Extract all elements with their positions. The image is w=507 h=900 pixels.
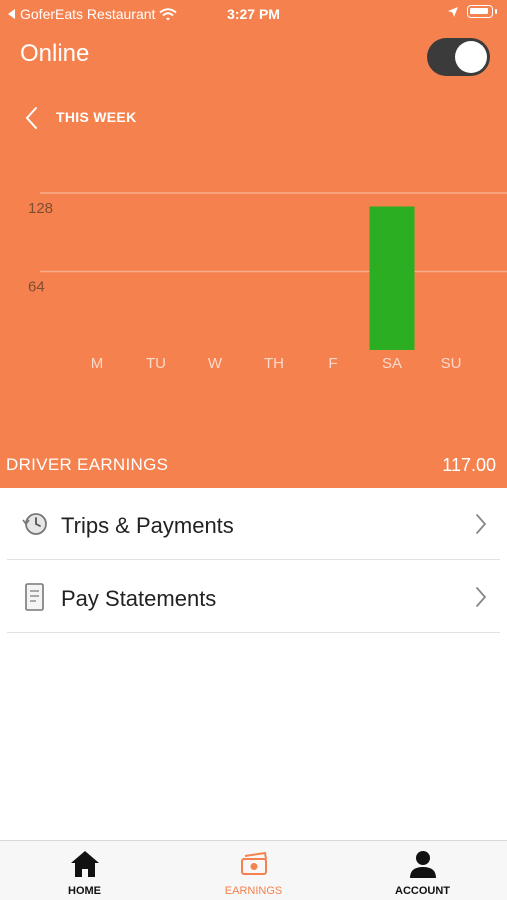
receipt-icon <box>25 583 44 611</box>
tab-account[interactable]: ACCOUNT <box>338 841 507 900</box>
toggle-knob <box>455 41 487 73</box>
online-status-label: Online <box>20 40 90 67</box>
home-icon <box>70 851 99 877</box>
tab-label: EARNINGS <box>224 885 283 897</box>
battery-icon <box>467 5 493 18</box>
history-icon <box>22 513 47 535</box>
driver-earnings-value: 117.00 <box>442 455 496 475</box>
x-tick-label: SA <box>382 355 402 372</box>
x-tick-label: M <box>91 355 104 372</box>
menu-item-label: Trips & Payments <box>61 513 234 538</box>
bottom-tab-bar: HOME EARNINGS ACCOUNT <box>0 840 507 900</box>
chevron-right-icon <box>476 514 487 534</box>
tab-earnings[interactable]: EARNINGS <box>169 841 338 900</box>
x-tick-label: TU <box>146 355 166 372</box>
x-tick-label: TH <box>264 355 284 372</box>
money-icon <box>240 851 267 875</box>
bar-sa <box>369 206 415 350</box>
status-right <box>447 5 497 18</box>
account-icon <box>409 851 436 878</box>
tab-home[interactable]: HOME <box>0 841 169 900</box>
location-arrow-icon <box>448 6 458 17</box>
status-time: 3:27 PM <box>227 6 280 22</box>
period-label: THIS WEEK <box>56 109 137 125</box>
x-tick-label: F <box>328 355 337 372</box>
tab-label: HOME <box>68 885 101 897</box>
chevron-left-icon[interactable] <box>22 104 44 132</box>
weekly-earnings-chart: 128 64 M TU W TH F SA SU <box>28 192 507 372</box>
driver-earnings-label: DRIVER EARNINGS <box>6 455 169 474</box>
x-tick-label: SU <box>441 355 462 372</box>
earnings-header: GoferEats Restaurant 3:27 PM Online THIS… <box>0 0 507 488</box>
menu-item-label: Pay Statements <box>61 586 217 611</box>
chevron-right-icon <box>476 587 487 607</box>
online-toggle[interactable] <box>427 38 490 76</box>
status-bar: GoferEats Restaurant 3:27 PM <box>0 0 507 28</box>
y-tick-label: 64 <box>28 279 45 296</box>
battery-nub <box>495 9 497 14</box>
y-tick-label: 128 <box>28 200 53 217</box>
x-tick-label: W <box>208 355 223 372</box>
menu-item-pay-statements[interactable]: Pay Statements <box>7 561 500 633</box>
tab-label: ACCOUNT <box>395 885 450 897</box>
menu-item-trips-payments[interactable]: Trips & Payments <box>7 488 500 560</box>
